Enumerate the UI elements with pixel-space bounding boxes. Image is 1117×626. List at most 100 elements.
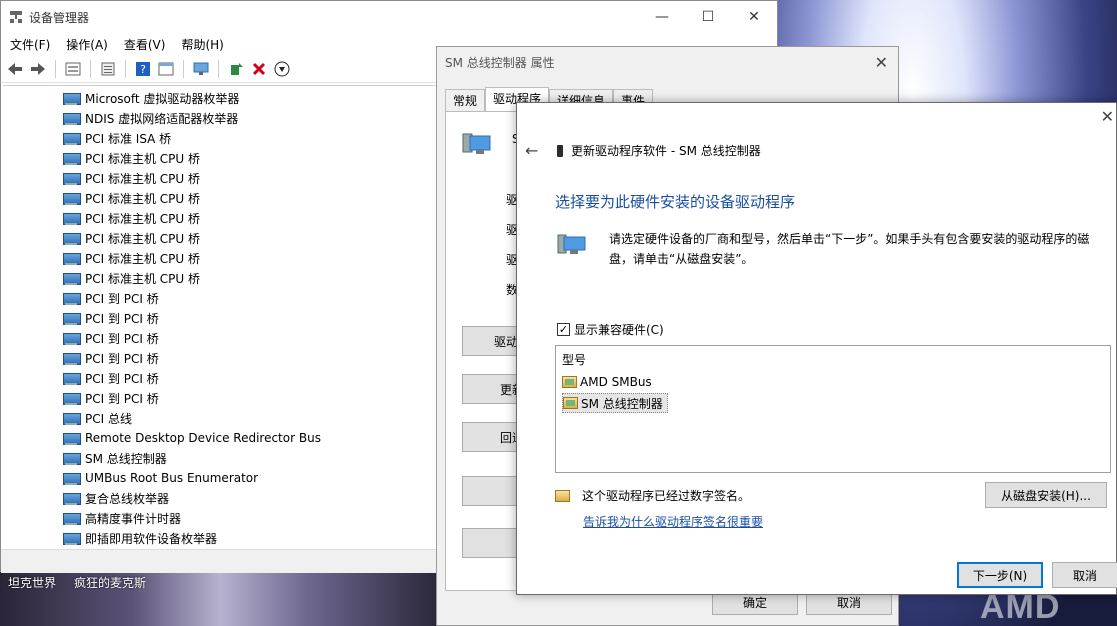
device-icon: [63, 412, 81, 425]
tree-item[interactable]: PCI 标准主机 CPU 桥: [63, 168, 200, 188]
monitor-icon[interactable]: [191, 59, 211, 79]
signature-status: 这个驱动程序已经过数字签名。: [555, 487, 750, 504]
device-icon: [63, 432, 81, 445]
tree-item[interactable]: PCI 标准主机 CPU 桥: [63, 208, 200, 228]
tree-item-label: PCI 到 PCI 桥: [85, 331, 159, 346]
signed-driver-icon: [555, 489, 570, 502]
minimize-icon[interactable]: —: [639, 1, 685, 33]
forward-icon[interactable]: [28, 59, 48, 79]
device-icon: [63, 92, 81, 105]
show-compatible-checkbox[interactable]: ✓ 显示兼容硬件(C): [557, 321, 664, 338]
tree-item[interactable]: PCI 标准主机 CPU 桥: [63, 248, 200, 268]
tree-item[interactable]: PCI 标准主机 CPU 桥: [63, 268, 200, 288]
cancel-button[interactable]: 取消: [1052, 562, 1117, 588]
tree-item-label: PCI 到 PCI 桥: [85, 351, 159, 366]
device-manager-icon: [10, 11, 22, 23]
tree-item[interactable]: PCI 标准主机 CPU 桥: [63, 188, 200, 208]
tree-item[interactable]: PCI 到 PCI 桥: [63, 348, 159, 368]
tree-item-label: Remote Desktop Device Redirector Bus: [85, 431, 321, 445]
tree-item[interactable]: PCI 到 PCI 桥: [63, 388, 159, 408]
uninstall-icon[interactable]: [249, 59, 269, 79]
device-icon: [63, 352, 81, 365]
tree-item[interactable]: 高精度事件计时器: [63, 508, 181, 528]
close-icon[interactable]: ✕: [875, 53, 888, 72]
tree-item[interactable]: PCI 到 PCI 桥: [63, 308, 159, 328]
tree-item-label: PCI 到 PCI 桥: [85, 371, 159, 386]
tree-item-label: 即插即用软件设备枚举器: [85, 531, 218, 546]
tree-item[interactable]: Remote Desktop Device Redirector Bus: [63, 428, 321, 448]
device-icon: [63, 172, 81, 185]
list-icon[interactable]: [98, 59, 118, 79]
desktop-icon-label[interactable]: 坦克世界: [8, 574, 56, 591]
close-icon[interactable]: ✕: [731, 1, 777, 33]
desktop-icon-label[interactable]: 疯狂的麦克斯: [74, 574, 146, 591]
device-icon: [63, 332, 81, 345]
window-panel-icon[interactable]: [156, 59, 176, 79]
signing-info-link[interactable]: 告诉我为什么驱动程序签名很重要: [583, 513, 763, 530]
update-driver-dialog: ✕ ← 更新驱动程序软件 - SM 总线控制器 选择要为此硬件安装的设备驱动程序…: [516, 102, 1117, 595]
help-icon[interactable]: ?: [133, 59, 153, 79]
tree-item[interactable]: PCI 到 PCI 桥: [63, 368, 159, 388]
back-arrow-icon[interactable]: ←: [525, 141, 549, 160]
list-item[interactable]: AMD SMBus: [562, 372, 656, 392]
maximize-icon[interactable]: ☐: [685, 1, 731, 33]
tree-item[interactable]: 即插即用软件设备枚举器: [63, 528, 217, 548]
horizontal-scrollbar[interactable]: [1, 549, 437, 573]
device-icon: [63, 272, 81, 285]
device-icon: [63, 372, 81, 385]
device-icon: [63, 472, 81, 485]
tree-item[interactable]: PCI 标准 ISA 桥: [63, 128, 171, 148]
tree-item-label: Microsoft 虚拟驱动器枚举器: [85, 91, 240, 106]
tree-item[interactable]: PCI 到 PCI 桥: [63, 288, 159, 308]
device-icon: [63, 292, 81, 305]
tree-item[interactable]: NDIS 虚拟网络适配器枚举器: [63, 108, 238, 128]
device-icon: [63, 152, 81, 165]
tree-item-label: PCI 标准主机 CPU 桥: [85, 171, 200, 186]
tab-general[interactable]: 常规: [445, 89, 486, 111]
tree-item[interactable]: PCI 标准主机 CPU 桥: [63, 228, 200, 248]
tree-item-label: PCI 标准主机 CPU 桥: [85, 251, 200, 266]
device-icon: [63, 452, 81, 465]
checkbox-checked-icon[interactable]: ✓: [557, 323, 570, 336]
close-icon[interactable]: ✕: [1101, 107, 1114, 126]
page-heading: 选择要为此硬件安装的设备驱动程序: [555, 193, 796, 211]
menu-help[interactable]: 帮助(H): [181, 36, 223, 53]
device-icon: [63, 252, 81, 265]
chip-icon: [557, 144, 563, 157]
list-item-selected[interactable]: SM 总线控制器: [562, 393, 668, 413]
list-item-label: AMD SMBus: [580, 375, 652, 389]
window-title: 设备管理器: [29, 10, 90, 25]
model-list[interactable]: 型号 AMD SMBus SM 总线控制器: [555, 345, 1111, 473]
menu-view[interactable]: 查看(V): [124, 36, 166, 53]
device-tree: Microsoft 虚拟驱动器枚举器 NDIS 虚拟网络适配器枚举器 PCI 标…: [3, 85, 437, 549]
next-button[interactable]: 下一步(N): [957, 562, 1043, 588]
tree-item[interactable]: PCI 到 PCI 桥: [63, 328, 159, 348]
tree-item-label: PCI 标准主机 CPU 桥: [85, 151, 200, 166]
properties-view-icon[interactable]: [63, 59, 83, 79]
driver-icon: [562, 376, 577, 388]
back-icon[interactable]: [5, 59, 25, 79]
update-driver-icon[interactable]: [226, 59, 246, 79]
have-disk-button[interactable]: 从磁盘安装(H)...: [985, 482, 1107, 508]
dialog-title: SM 总线控制器 属性: [445, 55, 555, 70]
device-icon: [63, 212, 81, 225]
desktop-wallpaper-strip: [0, 570, 440, 626]
tree-item[interactable]: UMBus Root Bus Enumerator: [63, 468, 258, 488]
driver-icon: [563, 397, 578, 409]
menu-file[interactable]: 文件(F): [10, 36, 50, 53]
device-icon: [63, 192, 81, 205]
tree-item-label: UMBus Root Bus Enumerator: [85, 471, 259, 485]
download-icon[interactable]: [272, 59, 292, 79]
tree-item[interactable]: 复合总线枚举器: [63, 488, 169, 508]
menu-action[interactable]: 操作(A): [66, 36, 108, 53]
tree-item[interactable]: PCI 总线: [63, 408, 132, 428]
tree-item[interactable]: SM 总线控制器: [63, 448, 167, 468]
device-icon: [63, 392, 81, 405]
computer-icon: [462, 133, 491, 154]
wizard-title: 更新驱动程序软件 - SM 总线控制器: [571, 144, 761, 158]
list-header: 型号: [562, 353, 587, 367]
device-icon: [63, 132, 81, 145]
tree-item[interactable]: Microsoft 虚拟驱动器枚举器: [63, 88, 239, 108]
tree-item[interactable]: PCI 标准主机 CPU 桥: [63, 148, 200, 168]
computer-icon: [557, 234, 586, 254]
